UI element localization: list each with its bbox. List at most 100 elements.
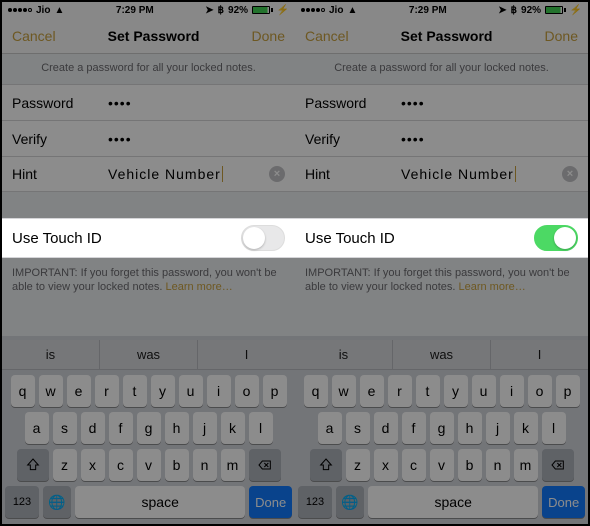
- hint-field[interactable]: Vehicle Number: [401, 166, 562, 182]
- key-v[interactable]: v: [430, 449, 454, 481]
- numbers-key[interactable]: 123: [298, 486, 332, 518]
- key-m[interactable]: m: [514, 449, 538, 481]
- key-k[interactable]: k: [514, 412, 538, 444]
- key-t[interactable]: t: [416, 375, 440, 407]
- key-w[interactable]: w: [332, 375, 356, 407]
- suggestion[interactable]: is: [295, 340, 393, 369]
- spacer: [2, 192, 295, 218]
- done-button[interactable]: Done: [252, 28, 285, 44]
- key-t[interactable]: t: [123, 375, 147, 407]
- key-b[interactable]: b: [458, 449, 482, 481]
- key-w[interactable]: w: [39, 375, 63, 407]
- suggestion[interactable]: I: [491, 340, 588, 369]
- key-v[interactable]: v: [137, 449, 161, 481]
- navbar: Cancel Set Password Done: [295, 18, 588, 54]
- key-s[interactable]: s: [346, 412, 370, 444]
- touchid-toggle[interactable]: [241, 225, 285, 251]
- key-q[interactable]: q: [11, 375, 35, 407]
- key-g[interactable]: g: [137, 412, 161, 444]
- key-k[interactable]: k: [221, 412, 245, 444]
- learn-more-link[interactable]: Learn more…: [165, 281, 232, 293]
- suggestion[interactable]: was: [393, 340, 491, 369]
- verify-field[interactable]: ••••: [108, 131, 285, 147]
- done-button[interactable]: Done: [545, 28, 578, 44]
- backspace-key[interactable]: [249, 449, 281, 481]
- key-h[interactable]: h: [458, 412, 482, 444]
- key-j[interactable]: j: [486, 412, 510, 444]
- numbers-key[interactable]: 123: [5, 486, 39, 518]
- globe-key[interactable]: 🌐: [336, 486, 364, 518]
- key-r[interactable]: r: [95, 375, 119, 407]
- battery-icon: [252, 6, 273, 14]
- key-i[interactable]: i: [207, 375, 231, 407]
- password-field[interactable]: ••••: [108, 95, 285, 111]
- suggestion[interactable]: I: [198, 340, 295, 369]
- keyboard-done-key[interactable]: Done: [249, 486, 292, 518]
- learn-more-link[interactable]: Learn more…: [458, 281, 525, 293]
- key-r[interactable]: r: [388, 375, 412, 407]
- cancel-button[interactable]: Cancel: [305, 28, 349, 44]
- key-p[interactable]: p: [263, 375, 287, 407]
- key-s[interactable]: s: [53, 412, 77, 444]
- key-b[interactable]: b: [165, 449, 189, 481]
- password-row[interactable]: Password ••••: [295, 84, 588, 120]
- key-e[interactable]: e: [67, 375, 91, 407]
- key-u[interactable]: u: [179, 375, 203, 407]
- key-a[interactable]: a: [318, 412, 342, 444]
- key-x[interactable]: x: [374, 449, 398, 481]
- space-key[interactable]: space: [75, 486, 245, 518]
- key-f[interactable]: f: [109, 412, 133, 444]
- key-a[interactable]: a: [25, 412, 49, 444]
- subtitle: Create a password for all your locked no…: [295, 54, 588, 84]
- cancel-button[interactable]: Cancel: [12, 28, 56, 44]
- key-j[interactable]: j: [193, 412, 217, 444]
- verify-field[interactable]: ••••: [401, 131, 578, 147]
- key-row: 123 🌐 space Done: [2, 481, 295, 524]
- key-p[interactable]: p: [556, 375, 580, 407]
- password-row[interactable]: Password ••••: [2, 84, 295, 120]
- key-o[interactable]: o: [235, 375, 259, 407]
- hint-field[interactable]: Vehicle Number: [108, 166, 269, 182]
- touchid-toggle[interactable]: [534, 225, 578, 251]
- key-c[interactable]: c: [109, 449, 133, 481]
- key-y[interactable]: y: [151, 375, 175, 407]
- key-e[interactable]: e: [360, 375, 384, 407]
- key-o[interactable]: o: [528, 375, 552, 407]
- navbar: Cancel Set Password Done: [2, 18, 295, 54]
- key-q[interactable]: q: [304, 375, 328, 407]
- statusbar: Jio ▲ 7:29 PM ➤ ฿ 92% ⚡: [295, 2, 588, 18]
- key-g[interactable]: g: [430, 412, 454, 444]
- key-l[interactable]: l: [249, 412, 273, 444]
- key-m[interactable]: m: [221, 449, 245, 481]
- shift-key[interactable]: [17, 449, 49, 481]
- hint-row[interactable]: Hint Vehicle Number ×: [295, 156, 588, 192]
- key-n[interactable]: n: [193, 449, 217, 481]
- key-l[interactable]: l: [542, 412, 566, 444]
- verify-row[interactable]: Verify ••••: [2, 120, 295, 156]
- key-z[interactable]: z: [53, 449, 77, 481]
- hint-label: Hint: [305, 166, 401, 182]
- key-n[interactable]: n: [486, 449, 510, 481]
- clear-icon[interactable]: ×: [269, 166, 285, 182]
- hint-row[interactable]: Hint Vehicle Number ×: [2, 156, 295, 192]
- key-x[interactable]: x: [81, 449, 105, 481]
- key-y[interactable]: y: [444, 375, 468, 407]
- key-i[interactable]: i: [500, 375, 524, 407]
- key-u[interactable]: u: [472, 375, 496, 407]
- suggestion[interactable]: is: [2, 340, 100, 369]
- key-f[interactable]: f: [402, 412, 426, 444]
- key-h[interactable]: h: [165, 412, 189, 444]
- key-z[interactable]: z: [346, 449, 370, 481]
- password-field[interactable]: ••••: [401, 95, 578, 111]
- key-d[interactable]: d: [81, 412, 105, 444]
- shift-key[interactable]: [310, 449, 342, 481]
- backspace-key[interactable]: [542, 449, 574, 481]
- keyboard-done-key[interactable]: Done: [542, 486, 585, 518]
- suggestion[interactable]: was: [100, 340, 198, 369]
- verify-row[interactable]: Verify ••••: [295, 120, 588, 156]
- clear-icon[interactable]: ×: [562, 166, 578, 182]
- key-d[interactable]: d: [374, 412, 398, 444]
- key-c[interactable]: c: [402, 449, 426, 481]
- space-key[interactable]: space: [368, 486, 538, 518]
- globe-key[interactable]: 🌐: [43, 486, 71, 518]
